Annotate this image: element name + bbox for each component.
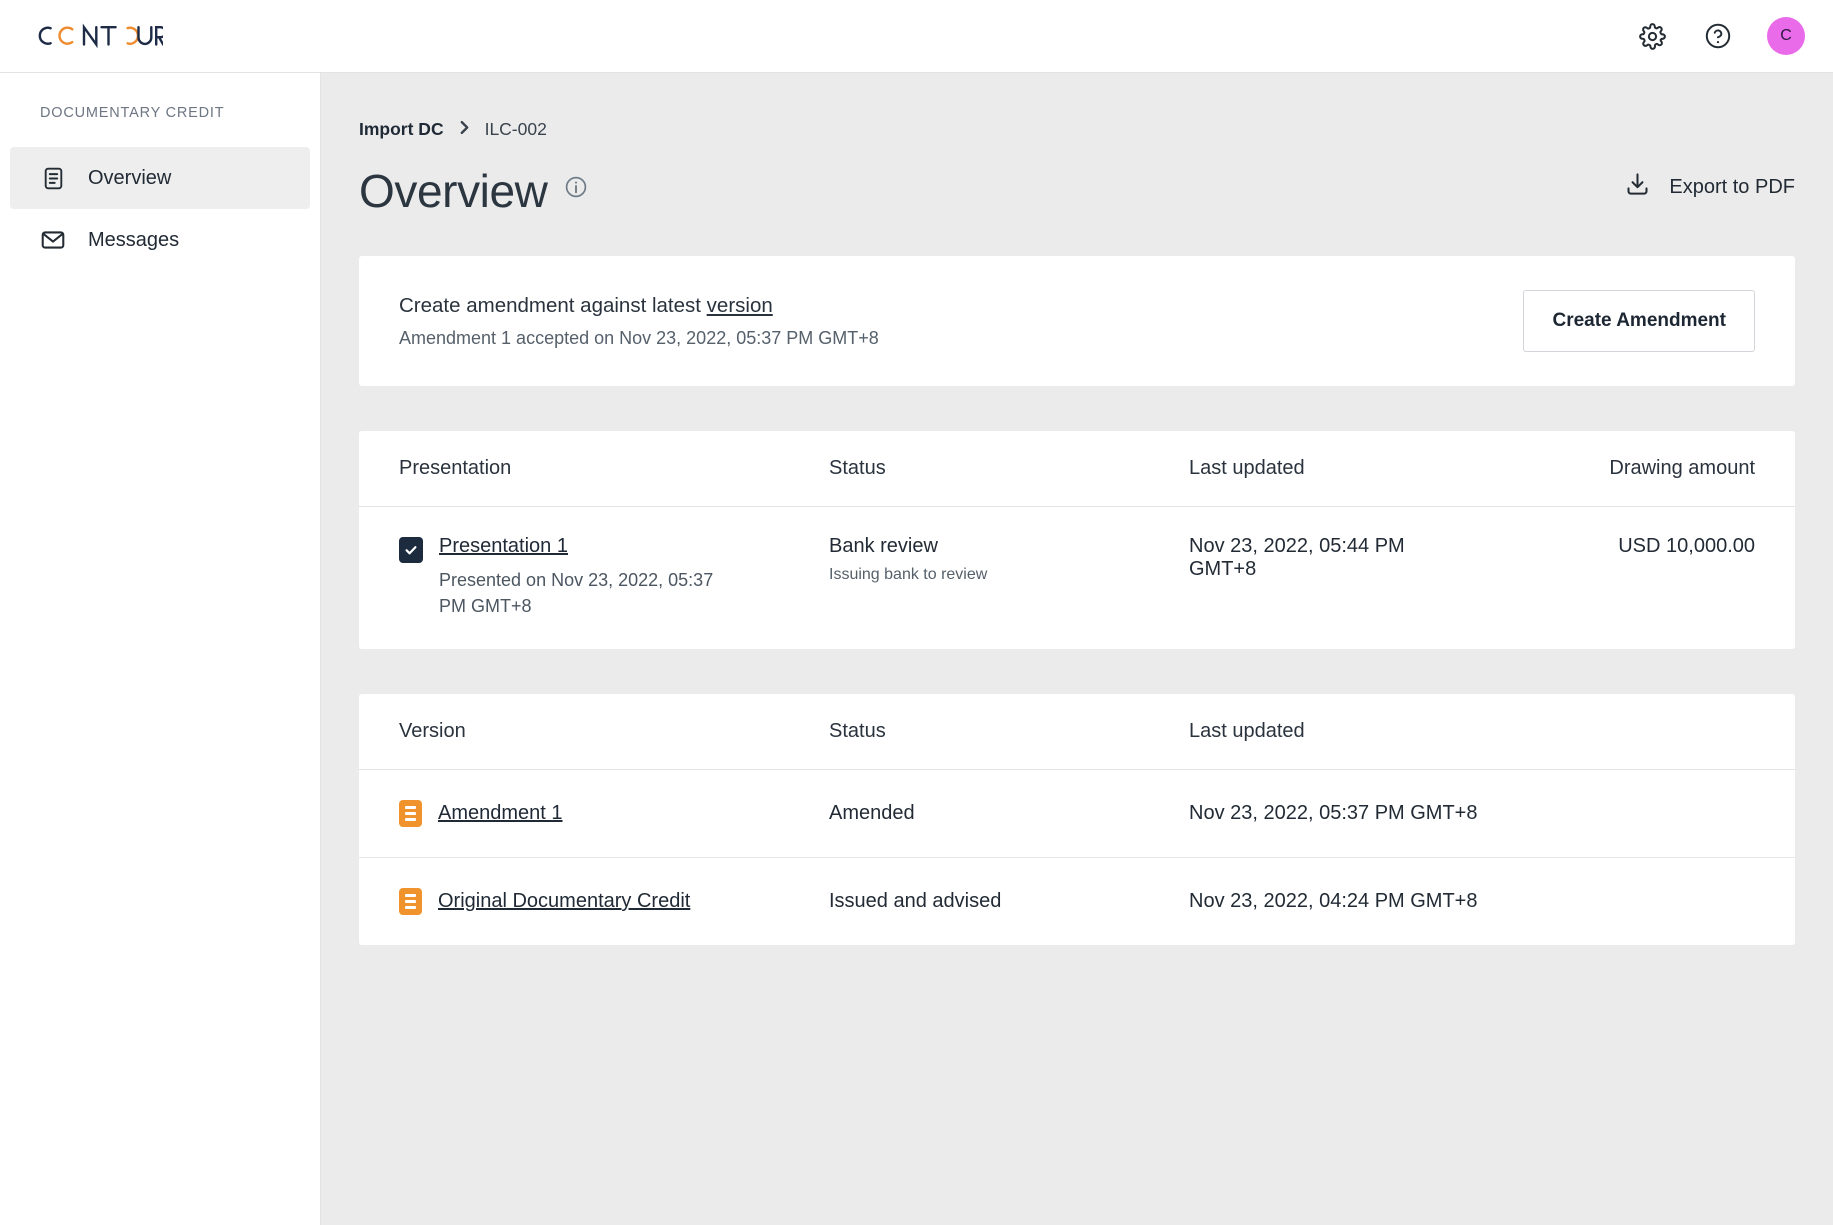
sidebar-item-messages[interactable]: Messages (10, 209, 310, 271)
document-icon (40, 165, 66, 191)
column-header-status: Status (829, 720, 886, 743)
question-circle-icon[interactable] (1701, 19, 1735, 53)
latest-version-link[interactable]: version (707, 294, 773, 317)
table-row[interactable]: Original Documentary Credit Issued and a… (359, 858, 1795, 945)
version-link[interactable]: Original Documentary Credit (438, 890, 690, 913)
presentation-name-cell: Presentation 1 Presented on Nov 23, 2022… (399, 535, 829, 619)
drawing-amount-text: USD 10,000.00 (1618, 535, 1755, 557)
column-header-presentation: Presentation (399, 457, 512, 479)
presentation-last-updated-cell: Nov 23, 2022, 05:44 PM GMT+8 (1189, 535, 1455, 581)
top-bar-actions: C (1635, 17, 1805, 55)
version-status-cell: Amended (829, 802, 1189, 825)
top-bar: C (0, 0, 1833, 73)
page-title-group: Overview (359, 164, 588, 218)
version-name-cell: Amendment 1 (399, 800, 829, 828)
version-last-updated-cell: Nov 23, 2022, 04:24 PM GMT+8 (1189, 890, 1755, 913)
gear-icon[interactable] (1635, 19, 1669, 53)
document-badge-icon (399, 800, 422, 828)
create-amendment-title: Create amendment against latest version (399, 294, 879, 318)
contour-logo-icon (38, 23, 163, 49)
last-updated-text: Nov 23, 2022, 05:37 PM GMT+8 (1189, 802, 1478, 825)
breadcrumb-root[interactable]: Import DC (359, 119, 444, 140)
last-updated-text: Nov 23, 2022, 04:24 PM GMT+8 (1189, 890, 1478, 913)
status-subtext: Issuing bank to review (829, 566, 988, 583)
create-amendment-text: Create amendment against latest version … (399, 294, 879, 349)
sidebar: DOCUMENTARY CREDIT Overview Messages (0, 73, 321, 1225)
presentation-amount-cell: USD 10,000.00 (1455, 535, 1755, 558)
status-text: Issued and advised (829, 890, 1002, 913)
envelope-icon (40, 227, 66, 253)
page-body: DOCUMENTARY CREDIT Overview Messages Imp… (0, 73, 1833, 1225)
avatar[interactable]: C (1767, 17, 1805, 55)
presentation-table-header: Presentation Status Last updated Drawing… (359, 431, 1795, 507)
status-text: Bank review (829, 535, 938, 557)
info-circle-icon[interactable] (564, 175, 588, 204)
version-last-updated-cell: Nov 23, 2022, 05:37 PM GMT+8 (1189, 802, 1755, 825)
version-name-cell: Original Documentary Credit (399, 888, 829, 916)
column-header-last-updated: Last updated (1189, 457, 1305, 479)
create-amendment-subtitle: Amendment 1 accepted on Nov 23, 2022, 05… (399, 327, 879, 348)
presentation-checkbox[interactable] (399, 537, 423, 563)
column-header-version: Version (399, 720, 466, 743)
presentation-subtitle: Presented on Nov 23, 2022, 05:37 PM GMT+… (439, 570, 714, 617)
last-updated-text: Nov 23, 2022, 05:44 PM GMT+8 (1189, 535, 1405, 580)
page-header: Overview Export to PDF (359, 164, 1795, 218)
download-icon (1624, 171, 1651, 204)
table-row[interactable]: Amendment 1 Amended Nov 23, 2022, 05:37 … (359, 770, 1795, 859)
breadcrumb: Import DC ILC-002 (359, 73, 1795, 140)
column-header-drawing-amount: Drawing amount (1609, 457, 1755, 479)
export-to-pdf-button[interactable]: Export to PDF (1624, 171, 1795, 212)
table-row[interactable]: Presentation 1 Presented on Nov 23, 2022… (359, 507, 1795, 649)
avatar-initial: C (1780, 27, 1792, 44)
presentation-link[interactable]: Presentation 1 (439, 535, 568, 558)
version-table: Version Status Last updated Amendment 1 … (359, 694, 1795, 946)
version-status-cell: Issued and advised (829, 890, 1189, 913)
presentation-table: Presentation Status Last updated Drawing… (359, 431, 1795, 650)
column-header-last-updated: Last updated (1189, 720, 1305, 743)
presentation-status-cell: Bank review Issuing bank to review (829, 535, 1189, 584)
sidebar-heading: DOCUMENTARY CREDIT (40, 105, 225, 121)
breadcrumb-current: ILC-002 (484, 119, 547, 139)
app-root: C DOCUMENTARY CREDIT Overview Messages I… (0, 0, 1833, 1225)
version-link[interactable]: Amendment 1 (438, 802, 563, 825)
create-amendment-title-prefix: Create amendment against latest (399, 293, 707, 317)
create-amendment-card: Create amendment against latest version … (359, 256, 1795, 386)
sidebar-item-overview[interactable]: Overview (10, 147, 310, 209)
status-text: Amended (829, 802, 915, 825)
chevron-right-icon (458, 120, 471, 139)
main-content: Import DC ILC-002 Overview Export to PDF… (321, 73, 1833, 1225)
version-table-header: Version Status Last updated (359, 694, 1795, 771)
create-amendment-button[interactable]: Create Amendment (1523, 290, 1755, 352)
page-title: Overview (359, 165, 548, 217)
document-badge-icon (399, 888, 422, 916)
sidebar-item-label: Messages (88, 228, 180, 251)
contour-logo[interactable] (38, 23, 163, 49)
export-to-pdf-label: Export to PDF (1669, 175, 1795, 198)
sidebar-item-label: Overview (88, 166, 172, 189)
column-header-status: Status (829, 457, 886, 479)
